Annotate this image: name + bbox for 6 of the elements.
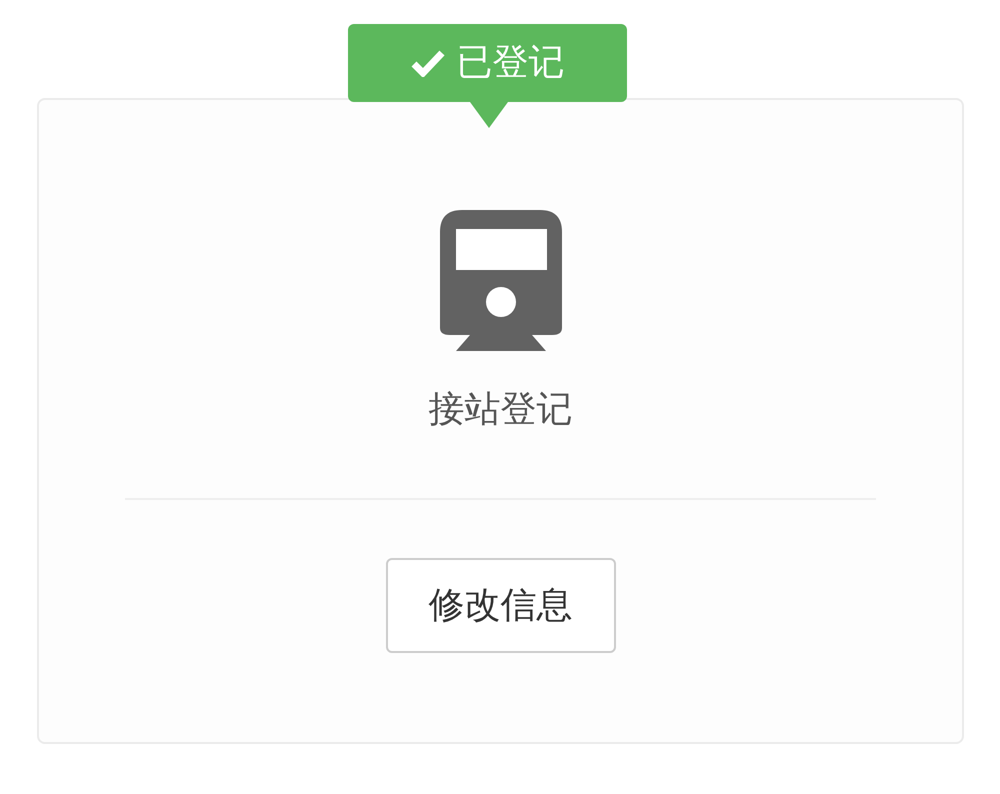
badge-pointer — [470, 102, 508, 128]
edit-info-button[interactable]: 修改信息 — [386, 558, 616, 653]
title: 接站登记 — [428, 392, 572, 428]
train-icon — [440, 210, 562, 352]
check-icon — [410, 49, 444, 77]
status-badge: 已登记 — [348, 24, 627, 102]
